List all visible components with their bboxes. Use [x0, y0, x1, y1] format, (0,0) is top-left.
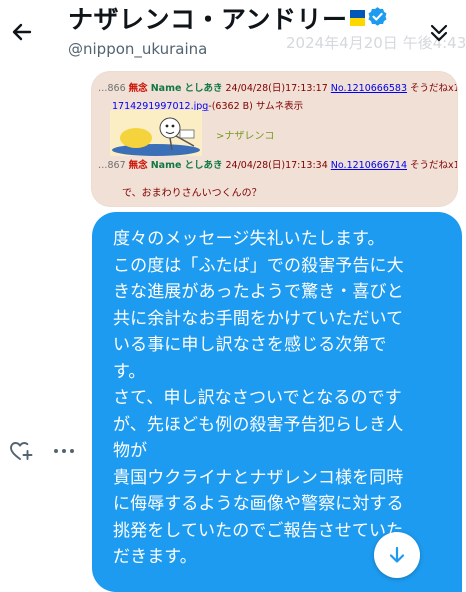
post-name: としあき — [184, 160, 223, 171]
scroll-to-bottom-button[interactable] — [374, 532, 420, 578]
message-line: 貴国ウクライナとナザレンコ様を同時 — [113, 467, 404, 488]
post-dots: … — [98, 160, 108, 171]
post-label-name: Name — [150, 160, 182, 171]
post-label-name: Name — [150, 83, 182, 94]
post-dots: … — [98, 83, 108, 94]
message-line: さて、申し訳なさついでとなるのです — [113, 388, 402, 408]
post-quote: >ナザレンコ — [216, 131, 275, 142]
post-header-867: …867 無念 Name としあき 24/04/28(日)17:13:34 No… — [98, 157, 457, 171]
ukraine-flag-icon — [349, 10, 365, 26]
message-line: 物が — [113, 441, 148, 461]
message-text: 度々のメッセージ失礼いたします。 この度は「ふたば」での殺害予告に大 きな進展が… — [113, 226, 453, 571]
message-line: この度は「ふたば」での殺害予告に大 — [113, 255, 404, 276]
add-reaction-button[interactable] — [8, 438, 34, 464]
post-number: 866 — [107, 83, 126, 94]
arrow-down-icon — [389, 546, 405, 563]
chevrons-down-icon — [430, 24, 448, 42]
collapse-button[interactable] — [424, 18, 454, 48]
ellipsis-icon — [54, 449, 74, 453]
message-line: きな進展があったようで驚き・喜びと — [113, 282, 404, 302]
message-line: が、先ほども例の殺害予告犯らしき人 — [113, 414, 404, 435]
post-sodane: そうだねx1 — [410, 160, 457, 171]
post-sodane: そうだねx1 — [410, 83, 457, 94]
file-info: -(6362 B) サムネ表示 — [208, 101, 304, 112]
post-header-866: …866 無念 Name としあき 24/04/28(日)17:13:17 No… — [98, 80, 457, 94]
conversation-header: ナザレンコ・アンドリー @nippon_ukuraina 2024年4月20日 … — [0, 0, 466, 70]
message-line: す。 — [113, 361, 146, 382]
user-handle: @nippon_ukuraina — [68, 40, 208, 58]
arrow-left-icon — [12, 23, 32, 41]
post-datetime: 24/04/28(日)17:13:17 — [225, 83, 328, 94]
post-datetime: 24/04/28(日)17:13:34 — [225, 160, 328, 171]
message-line: いる事に申し訳なさを感じる次第で — [113, 335, 387, 355]
post-mark: 無念 — [128, 160, 148, 171]
post-name: としあき — [184, 83, 223, 94]
heart-plus-icon — [10, 442, 33, 460]
message-line: 度々のメッセージ失礼いたします。 — [113, 229, 385, 249]
back-button[interactable] — [8, 18, 36, 46]
post-no: No.1210666714 — [330, 160, 408, 171]
post-number: 867 — [107, 160, 126, 171]
message-line: 共に余計なお手間をかけていただいて — [113, 308, 404, 329]
post-no: No.1210666583 — [330, 83, 408, 94]
attached-image[interactable]: …866 無念 Name としあき 24/04/28(日)17:13:17 No… — [92, 72, 457, 206]
post-thumbnail-image — [110, 110, 202, 156]
message-line: に侮辱するような画像や警察に対する — [113, 494, 404, 514]
post-mark: 無念 — [128, 83, 148, 94]
post-body: で、おまわりさんいつくんの？ — [122, 188, 262, 199]
display-name-text: ナザレンコ・アンドリー — [68, 5, 348, 34]
more-options-button[interactable] — [50, 438, 78, 464]
verified-badge-icon — [368, 7, 386, 26]
